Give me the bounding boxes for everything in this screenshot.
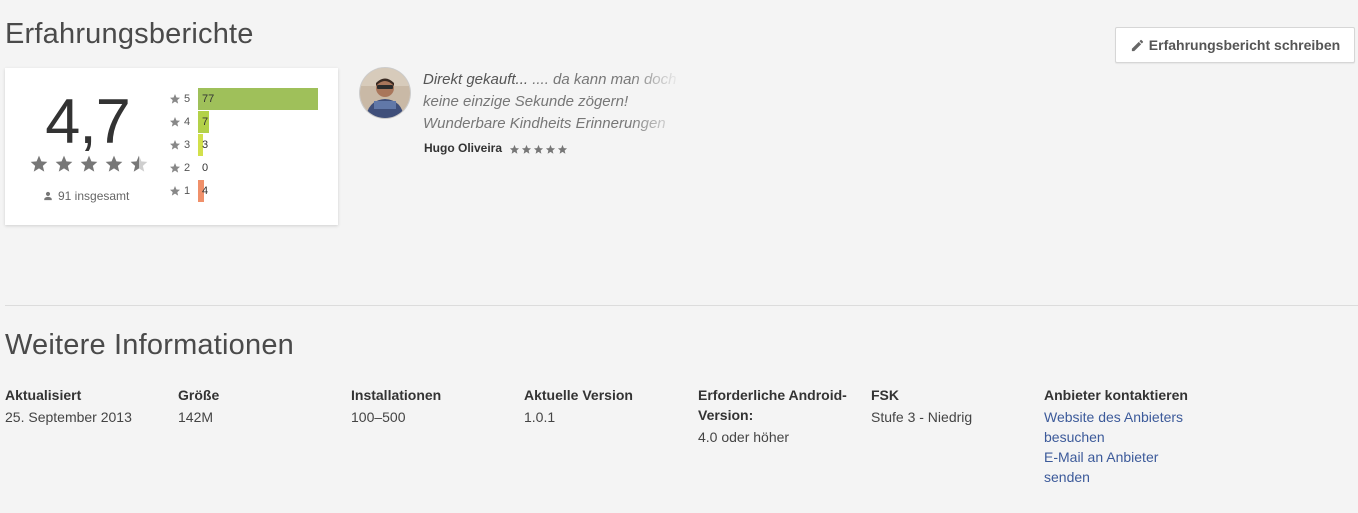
histogram-star-label: 3 [184, 139, 191, 151]
histogram-bar: 77 [198, 88, 318, 110]
info-label: Anbieter kontaktieren [1044, 387, 1188, 403]
star-icon [170, 186, 180, 196]
info-installs: Installationen 100–500 [351, 385, 516, 427]
info-value: 1.0.1 [524, 409, 556, 425]
star-icon [30, 155, 48, 172]
info-contact-developer: Anbieter kontaktieren Website des Anbiet… [1044, 385, 1194, 487]
histogram-row: 5 77 [169, 88, 318, 110]
info-size: Größe 142M [178, 385, 343, 427]
developer-email-link[interactable]: E-Mail an Anbieter senden [1044, 447, 1194, 487]
review-rating-stars [509, 144, 568, 155]
star-half-icon [130, 155, 148, 172]
star-icon [521, 144, 532, 154]
star-icon [533, 144, 544, 154]
total-ratings-label: 91 insgesamt [58, 189, 130, 203]
info-label: Installationen [351, 387, 442, 403]
info-updated: Aktualisiert 25. September 2013 [5, 385, 170, 427]
star-icon [80, 155, 98, 172]
star-icon [170, 163, 180, 173]
review-text: Direkt gekauft... .... da kann man doch … [423, 69, 681, 135]
histogram-bar: 4 [198, 180, 208, 202]
star-icon [105, 155, 123, 172]
page: Erfahrungsberichte Erfahrungsbericht sch… [0, 0, 1358, 513]
info-value: 100–500 [351, 409, 406, 425]
star-icon [545, 144, 556, 154]
info-required-android: Erforderliche Android-Version: 4.0 oder … [698, 385, 848, 447]
histogram-star-label: 4 [184, 116, 191, 128]
histogram-row: 14 [169, 180, 208, 202]
reviewer-name: Hugo Oliveira [424, 141, 503, 155]
additional-info-heading: Weitere Informationen [5, 329, 294, 361]
star-icon [170, 117, 180, 127]
info-label: Aktuelle Version [524, 387, 633, 403]
info-current-version: Aktuelle Version 1.0.1 [524, 385, 689, 427]
histogram-bar: 3 [198, 134, 208, 156]
info-value: 25. September 2013 [5, 409, 132, 425]
histogram-bar: 7 [198, 111, 209, 133]
write-review-label: Erfahrungsbericht schreiben [1148, 37, 1341, 53]
pencil-icon [1131, 39, 1143, 51]
rating-summary-card: 4,7 91 insgesamt 5 77 4 7 3 3 2 0 1 4 [5, 68, 338, 225]
section-divider [5, 305, 1358, 306]
histogram-row: 20 [169, 157, 208, 179]
info-value: 142M [178, 409, 214, 425]
histogram-count: 7 [202, 116, 209, 128]
info-value: 4.0 oder höher [698, 429, 790, 445]
total-ratings: 91 insgesamt [43, 189, 129, 203]
info-label: Aktualisiert [5, 387, 82, 403]
info-fsk: FSK Stufe 3 - Niedrig [871, 385, 1036, 427]
histogram-star-label: 1 [184, 185, 191, 197]
histogram-count: 77 [202, 93, 215, 105]
histogram-count: 4 [202, 185, 209, 197]
histogram-row: 47 [169, 111, 209, 133]
avatar-image [360, 68, 410, 118]
write-review-button[interactable]: Erfahrungsbericht schreiben [1115, 27, 1355, 63]
info-label: Erforderliche Android-Version: [698, 387, 847, 423]
info-value: Stufe 3 - Niedrig [871, 409, 973, 425]
star-icon [170, 94, 180, 104]
info-label: Größe [178, 387, 220, 403]
star-icon [557, 144, 568, 154]
info-label: FSK [871, 387, 899, 403]
star-icon [509, 144, 520, 154]
histogram-row: 33 [169, 134, 208, 156]
person-icon [44, 191, 52, 201]
histogram-star-label: 5 [184, 93, 191, 105]
average-rating-stars [29, 154, 149, 174]
review-title: Direkt gekauft... [423, 71, 529, 88]
star-icon [55, 155, 73, 172]
histogram-star-label: 2 [184, 162, 191, 174]
histogram-count: 0 [202, 162, 209, 174]
average-rating: 4,7 [45, 87, 131, 157]
avatar [360, 68, 410, 118]
developer-website-link[interactable]: Website des Anbieters besuchen [1044, 407, 1194, 447]
histogram-count: 3 [202, 139, 209, 151]
star-icon [170, 140, 180, 150]
reviews-heading: Erfahrungsberichte [5, 18, 254, 50]
